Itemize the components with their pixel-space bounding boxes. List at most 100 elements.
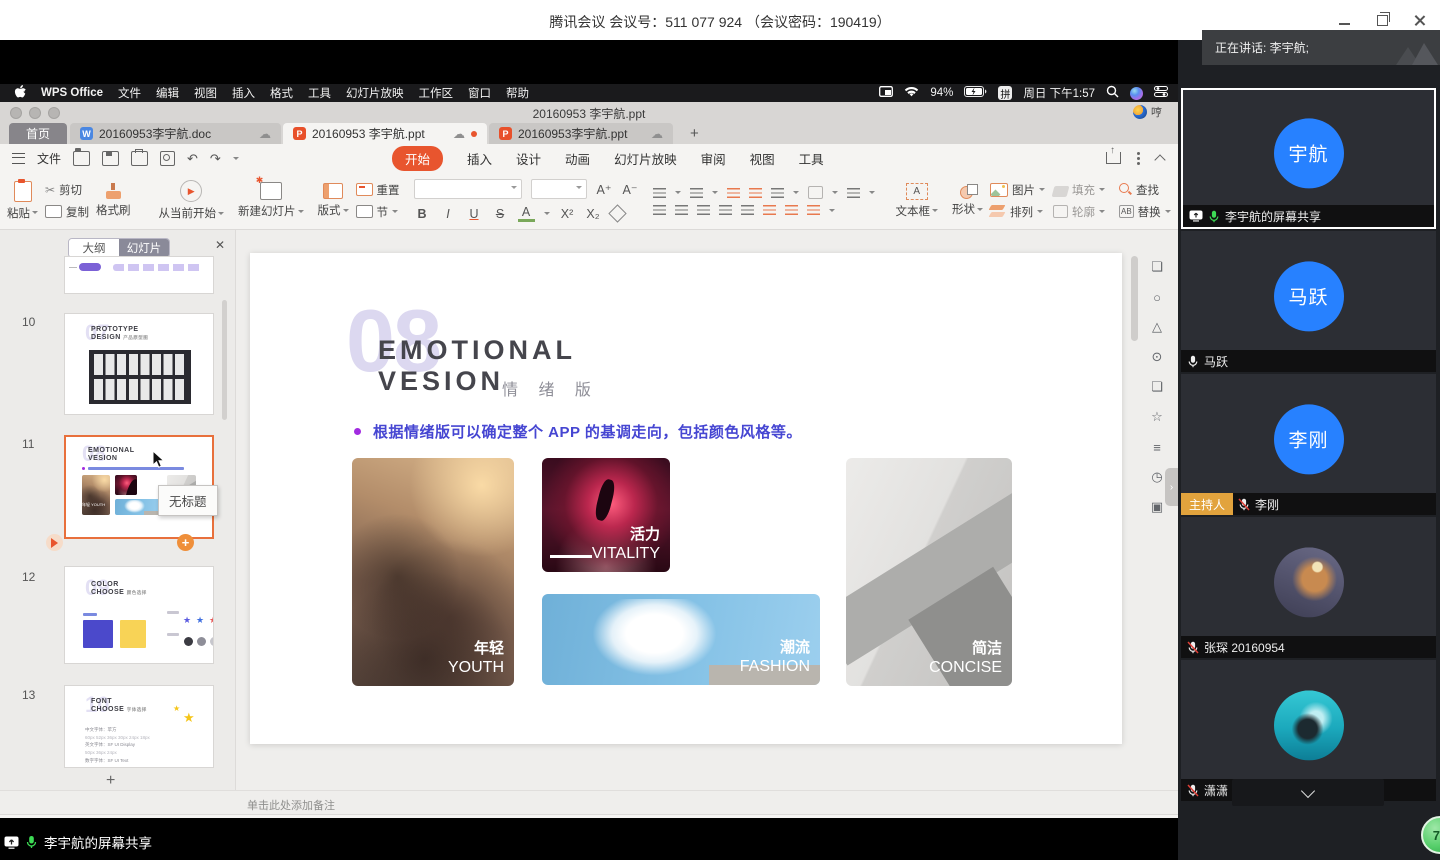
reset-button[interactable]: 重置 <box>356 182 400 198</box>
spotlight-icon[interactable] <box>1106 85 1119 101</box>
menu-insert[interactable]: 插入 <box>232 85 255 101</box>
color-scheme-icon[interactable]: △ <box>1148 318 1166 336</box>
collapse-participants-button[interactable] <box>1232 779 1384 806</box>
slides-pane-icon[interactable]: ❏ <box>1148 378 1166 396</box>
shapes-button[interactable]: 形状 <box>945 176 990 226</box>
italic-button[interactable]: I <box>440 205 457 222</box>
cut-button[interactable]: ✂剪切 <box>45 182 89 198</box>
copy-button[interactable]: 复制 <box>45 204 89 220</box>
screen-mirror-icon[interactable] <box>879 86 893 100</box>
increase-font-button[interactable]: A⁺ <box>596 181 613 198</box>
properties-pane-icon[interactable]: ❏ <box>1148 258 1166 276</box>
share-icon[interactable] <box>1106 152 1121 164</box>
image-pane-icon[interactable]: ▣ <box>1148 498 1166 516</box>
ribbon-tab-tools[interactable]: 工具 <box>799 149 824 168</box>
print-icon[interactable] <box>131 151 148 166</box>
clear-format-icon[interactable] <box>608 204 626 222</box>
minimize-icon[interactable] <box>1336 12 1352 28</box>
ribbon-tab-home[interactable]: 开始 <box>392 146 443 171</box>
paste-button[interactable]: 粘贴 <box>0 176 45 226</box>
align-left-icon[interactable] <box>653 205 666 215</box>
photo-youth[interactable]: 年轻YOUTH <box>352 458 514 686</box>
expand-pane-icon[interactable]: › <box>1165 468 1178 506</box>
find-button[interactable]: 查找 <box>1119 182 1171 198</box>
participant-tile-ligang[interactable]: 李刚 主持人 李刚 <box>1181 374 1436 515</box>
thumbnail-add-button[interactable]: + <box>177 534 194 551</box>
more-icon[interactable] <box>1137 157 1140 160</box>
maximize-icon[interactable] <box>1374 12 1390 28</box>
adjust-pane-icon[interactable]: ≡ <box>1148 438 1166 456</box>
numbering-icon[interactable] <box>690 188 703 198</box>
align-center-icon[interactable] <box>675 205 688 215</box>
menu-tools[interactable]: 工具 <box>308 85 331 101</box>
menu-app-name[interactable]: WPS Office <box>41 87 103 99</box>
font-color-caret-icon[interactable] <box>544 212 550 218</box>
participant-tile-mayue[interactable]: 马跃 马跃 <box>1181 231 1436 372</box>
decrease-indent-icon[interactable] <box>727 188 740 198</box>
notes-strip[interactable]: 单击此处添加备注 <box>0 790 1178 815</box>
tab-ppt-2[interactable]: P 20160953李宇航.ppt ☁ <box>489 123 673 144</box>
redo-icon[interactable]: ↷ <box>210 152 221 165</box>
play-from-current-button[interactable]: ▶ 从当前开始 <box>152 176 232 226</box>
effects-pane-icon[interactable]: ☆ <box>1148 408 1166 426</box>
arrange-button[interactable]: 排列 <box>990 204 1045 220</box>
thumbnail-play-button[interactable] <box>46 534 63 551</box>
open-icon[interactable] <box>73 151 90 166</box>
decrease-font-button[interactable]: A⁻ <box>622 181 639 198</box>
menu-edit[interactable]: 编辑 <box>156 85 179 101</box>
menu-workspace[interactable]: 工作区 <box>418 85 453 101</box>
photo-fashion[interactable]: 潮流FASHION <box>542 594 820 685</box>
menubar-clock[interactable]: 周日 下午1:57 <box>1023 85 1095 101</box>
bullets-icon[interactable] <box>653 188 666 198</box>
outline-button[interactable]: 轮廓 <box>1053 204 1105 220</box>
history-pane-icon[interactable]: ◷ <box>1148 468 1166 486</box>
download-pane-icon[interactable]: ⊙ <box>1148 348 1166 366</box>
text-frame-icon[interactable] <box>808 186 823 199</box>
thumbnail-slide10[interactable]: 07 PROTOTYPEDESIGN 产品原型图 <box>64 313 214 415</box>
fill-button[interactable]: 填充 <box>1053 182 1105 198</box>
shape-pane-icon[interactable]: ○ <box>1148 288 1166 306</box>
distribute-icon[interactable] <box>741 205 754 215</box>
close-icon[interactable] <box>1412 12 1428 28</box>
account-area[interactable]: 哼 <box>1133 104 1162 120</box>
panel-scrollbar[interactable] <box>222 300 227 420</box>
tab-outline[interactable]: 大纲 <box>69 239 119 257</box>
undo-icon[interactable]: ↶ <box>187 152 198 165</box>
paragraph-spacing-icon[interactable] <box>807 205 820 215</box>
menu-slideshow[interactable]: 幻灯片放映 <box>346 85 404 101</box>
thumbnail-slide13[interactable]: 10 FONTCHOOSE 字体选择 中文字体：苹方 60px 52px 36p… <box>64 685 214 768</box>
wifi-icon[interactable] <box>904 86 919 100</box>
tab-home[interactable]: 首页 <box>9 123 67 144</box>
ribbon-tab-animation[interactable]: 动画 <box>565 149 590 168</box>
menu-window[interactable]: 窗口 <box>468 85 491 101</box>
menu-help[interactable]: 帮助 <box>506 85 529 101</box>
font-size-select[interactable] <box>531 179 587 199</box>
save-icon[interactable] <box>102 151 119 166</box>
align-right-icon[interactable] <box>697 205 710 215</box>
photo-concise[interactable]: 简洁CONCISE <box>846 458 1012 686</box>
photo-vitality[interactable]: 活力VITALITY <box>542 458 670 572</box>
ribbon-tab-design[interactable]: 设计 <box>516 149 541 168</box>
ribbon-tab-view[interactable]: 视图 <box>750 149 775 168</box>
section-button[interactable]: 节 <box>356 204 400 220</box>
justify-icon[interactable] <box>719 205 732 215</box>
layout-button[interactable]: 版式 <box>311 176 356 226</box>
collapse-ribbon-icon[interactable] <box>1154 154 1165 165</box>
avatar[interactable] <box>1133 105 1147 119</box>
new-tab-button[interactable]: + <box>690 125 699 142</box>
new-slide-button[interactable]: 新建幻灯片 <box>231 176 311 226</box>
underline-button[interactable]: U <box>466 205 483 222</box>
increase-indent-icon[interactable] <box>749 188 762 198</box>
line-spacing-icon[interactable] <box>847 188 860 198</box>
replace-button[interactable]: AB替换 <box>1119 204 1171 220</box>
slide-canvas[interactable]: 08 EMOTIONALVESION 情 绪 版 根据情绪版可以确定整个 APP… <box>250 253 1122 744</box>
bold-button[interactable]: B <box>414 205 431 222</box>
tab-doc-writer[interactable]: W 20160953李宇航.doc ☁ <box>70 123 281 144</box>
canvas-scrollbar[interactable] <box>1131 256 1138 341</box>
apple-icon[interactable] <box>14 85 26 102</box>
panel-close-icon[interactable]: ✕ <box>215 238 225 252</box>
file-menu[interactable]: 文件 <box>37 150 61 167</box>
strikethrough-button[interactable]: S <box>492 205 509 222</box>
menu-file[interactable]: 文件 <box>118 85 141 101</box>
ribbon-tab-review[interactable]: 审阅 <box>701 149 726 168</box>
